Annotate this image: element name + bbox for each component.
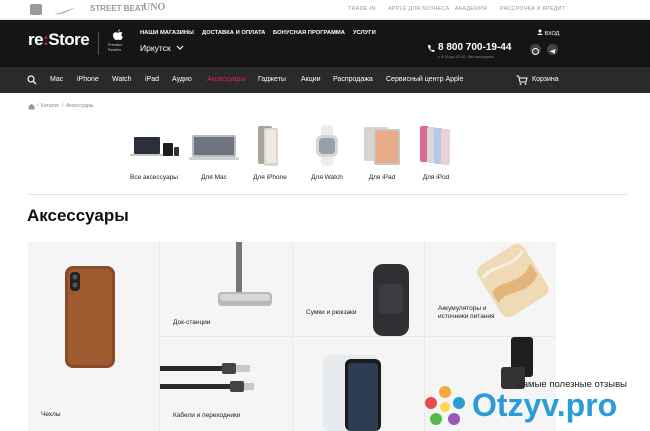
watermark-tld: pro: [565, 387, 618, 423]
otzyv-flower-logo: [425, 386, 465, 425]
user-icon: [537, 29, 543, 35]
nav-deals[interactable]: Акции: [301, 76, 321, 83]
link-delivery[interactable]: ДОСТАВКА И ОПЛАТА: [202, 30, 265, 36]
tile-label: Аккумуляторы и источники питания: [438, 305, 495, 320]
phone-hours: с 8:00 до 22:00, без выходных: [438, 54, 494, 59]
nav-accessories[interactable]: Аксессуары: [207, 76, 245, 83]
nav-gadgets[interactable]: Гаджеты: [258, 76, 286, 83]
section-divider: [28, 194, 627, 195]
nav-mac[interactable]: Mac: [50, 76, 63, 83]
nav-iphone[interactable]: iPhone: [77, 76, 99, 83]
whatsapp-icon[interactable]: [530, 44, 541, 55]
tile-screen-protection[interactable]: [293, 337, 424, 431]
tile-bags[interactable]: Сумки и рюкзаки: [293, 242, 424, 336]
watch-image: [316, 125, 338, 166]
site-header: re:Store Premium Reseller НАШИ МАГАЗИНЫ …: [0, 20, 650, 67]
ipad-image: [364, 127, 400, 165]
cart-label[interactable]: Корзина: [532, 76, 559, 83]
link-services[interactable]: УСЛУГИ: [353, 30, 376, 36]
category-iphone[interactable]: Для iPhone: [240, 123, 300, 185]
case-image: [65, 266, 115, 368]
category-label: Для Watch: [311, 174, 343, 181]
tile-cases[interactable]: Чехлы: [28, 242, 159, 431]
nike-logo-icon[interactable]: [53, 6, 77, 15]
watermark-site: Otzyv: [472, 387, 557, 423]
tile-label: Док-станции: [173, 319, 211, 326]
city-label: Иркутск: [140, 43, 171, 53]
login-label: ВХОД: [544, 31, 560, 37]
breadcrumb-catalog[interactable]: Каталог: [41, 103, 59, 109]
link-stores[interactable]: НАШИ МАГАЗИНЫ: [140, 30, 194, 36]
nav-watch[interactable]: Watch: [112, 76, 132, 83]
watermark-dot: .: [556, 387, 566, 423]
breadcrumb-accessories: Аксессуары: [66, 103, 94, 109]
backpack-image: [373, 264, 409, 336]
category-label: Для Mac: [201, 174, 227, 181]
link-trade-in[interactable]: TRADE-IN: [348, 6, 376, 12]
iphone-image: [258, 126, 278, 166]
link-installment[interactable]: РАССРОЧКА И КРЕДИТ: [500, 6, 565, 12]
category-label: Для iPod: [422, 174, 450, 181]
link-bonus[interactable]: БОНУСНАЯ ПРОГРАММА: [273, 30, 345, 36]
logo-store-text: Store: [48, 30, 90, 49]
category-ipad[interactable]: Для iPad: [352, 123, 412, 185]
logo-text: re: [28, 30, 44, 49]
link-academy[interactable]: АКАДЕМИЯ: [455, 6, 487, 12]
category-mac[interactable]: Для Mac: [184, 123, 244, 185]
telegram-icon[interactable]: [547, 44, 558, 55]
cart-icon[interactable]: [516, 75, 528, 85]
breadcrumb-sep: /: [62, 103, 64, 109]
nav-audio[interactable]: Аудио: [172, 76, 192, 83]
ipod-image: [420, 126, 450, 165]
category-all[interactable]: Все аксессуары: [124, 123, 184, 185]
apple-reseller-badge: Premium Reseller: [108, 29, 128, 55]
category-label: Для iPad: [368, 174, 396, 181]
brand-uno[interactable]: UNO: [143, 2, 165, 13]
header-divider: [98, 32, 99, 55]
apple-icon: [113, 29, 123, 40]
brand-street-beat[interactable]: STREET BEAT: [90, 4, 145, 13]
tile-label: Сумки и рюкзаки: [306, 309, 357, 316]
nav-sale[interactable]: Распродажа: [333, 76, 373, 83]
search-icon[interactable]: [27, 75, 37, 85]
nav-apple-service[interactable]: Сервисный центр Apple: [386, 76, 463, 83]
all-accessories-image: [130, 137, 179, 156]
login-link[interactable]: ВХОД: [537, 29, 559, 37]
chevron-down-icon: [176, 45, 184, 50]
tile-cables[interactable]: Кабели и переходники: [160, 337, 292, 431]
category-watch[interactable]: Для Watch: [297, 123, 357, 185]
main-nav: Mac iPhone Watch iPad Аудио Аксессуары Г…: [0, 67, 650, 93]
brand-logo-1[interactable]: [30, 4, 42, 15]
mac-image: [189, 135, 239, 160]
home-icon[interactable]: [28, 103, 35, 110]
category-ipod[interactable]: Для iPod: [406, 123, 466, 185]
top-bar: STREET BEAT UNO TRADE-IN APPLE ДЛЯ БИЗНЕ…: [0, 0, 650, 20]
phone-icon: [428, 45, 435, 52]
nav-ipad[interactable]: iPad: [145, 76, 159, 83]
breadcrumb-sep: /: [37, 103, 39, 109]
restore-logo[interactable]: re:Store: [28, 30, 90, 50]
watermark-logo: Otzyv.pro: [472, 387, 617, 424]
category-label: Все аксессуары: [130, 174, 178, 181]
screen-protector-image: [323, 355, 381, 431]
link-apple-business[interactable]: APPLE ДЛЯ БИЗНЕСА: [388, 6, 450, 12]
reseller-label: Premium Reseller: [108, 43, 123, 52]
powerbank-image: [476, 243, 549, 318]
category-label: Для iPhone: [253, 174, 287, 181]
page-title: Аксессуары: [27, 206, 129, 225]
tile-label: Кабели и переходники: [173, 412, 241, 419]
city-selector[interactable]: Иркутск: [140, 43, 184, 53]
tile-docks[interactable]: Док-станции: [160, 242, 292, 336]
tile-label: Чехлы: [41, 411, 61, 418]
tile-power[interactable]: Аккумуляторы и источники питания: [425, 242, 556, 336]
phone-number[interactable]: 8 800 700-19-44: [438, 42, 511, 53]
